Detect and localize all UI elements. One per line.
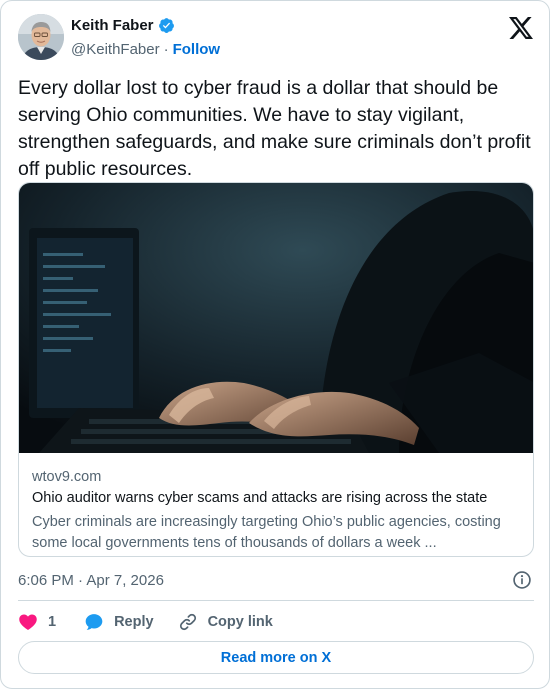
follow-button[interactable]: Follow <box>173 41 221 58</box>
article-image <box>19 183 533 453</box>
link-title[interactable]: Ohio auditor warns cyber scams and attac… <box>32 490 487 506</box>
tweet-text: Every dollar lost to cyber fraud is a do… <box>18 77 531 180</box>
author-handle[interactable]: @KeithFaber <box>71 41 160 58</box>
avatar-portrait <box>18 14 64 60</box>
tweet-embed-card: Keith Faber @KeithFaber · Follow Every d… <box>0 0 550 689</box>
info-icon[interactable] <box>512 570 532 590</box>
avatar[interactable] <box>18 14 64 60</box>
link-icon <box>179 613 196 631</box>
like-count: 1 <box>48 614 57 630</box>
verified-badge-icon <box>158 18 174 33</box>
action-bar: 1 Reply Copy link <box>18 610 273 634</box>
divider <box>18 600 534 601</box>
reply-label: Reply <box>114 614 154 630</box>
handle-row: @KeithFaber · Follow <box>71 41 220 58</box>
reply-button[interactable]: Reply <box>84 612 154 632</box>
link-preview-card[interactable]: wtov9.com Ohio auditor warns cyber scams… <box>18 182 534 557</box>
copy-link-button[interactable]: Copy link <box>178 612 273 632</box>
heart-icon <box>19 614 37 630</box>
like-button[interactable]: 1 <box>18 612 56 632</box>
x-logo-icon[interactable] <box>509 17 533 39</box>
tweet-timestamp[interactable]: 6:06 PM · Apr 7, 2026 <box>18 572 164 589</box>
read-more-button[interactable]: Read more on X <box>18 641 534 674</box>
copy-link-label: Copy link <box>207 614 273 630</box>
author-name[interactable]: Keith Faber <box>71 17 154 34</box>
link-domain: wtov9.com <box>32 469 102 485</box>
separator-dot: · <box>163 41 169 58</box>
link-description: Cyber criminals are increasingly targeti… <box>32 514 501 551</box>
author-name-row: Keith Faber <box>71 17 175 34</box>
speech-bubble-icon <box>85 614 103 630</box>
